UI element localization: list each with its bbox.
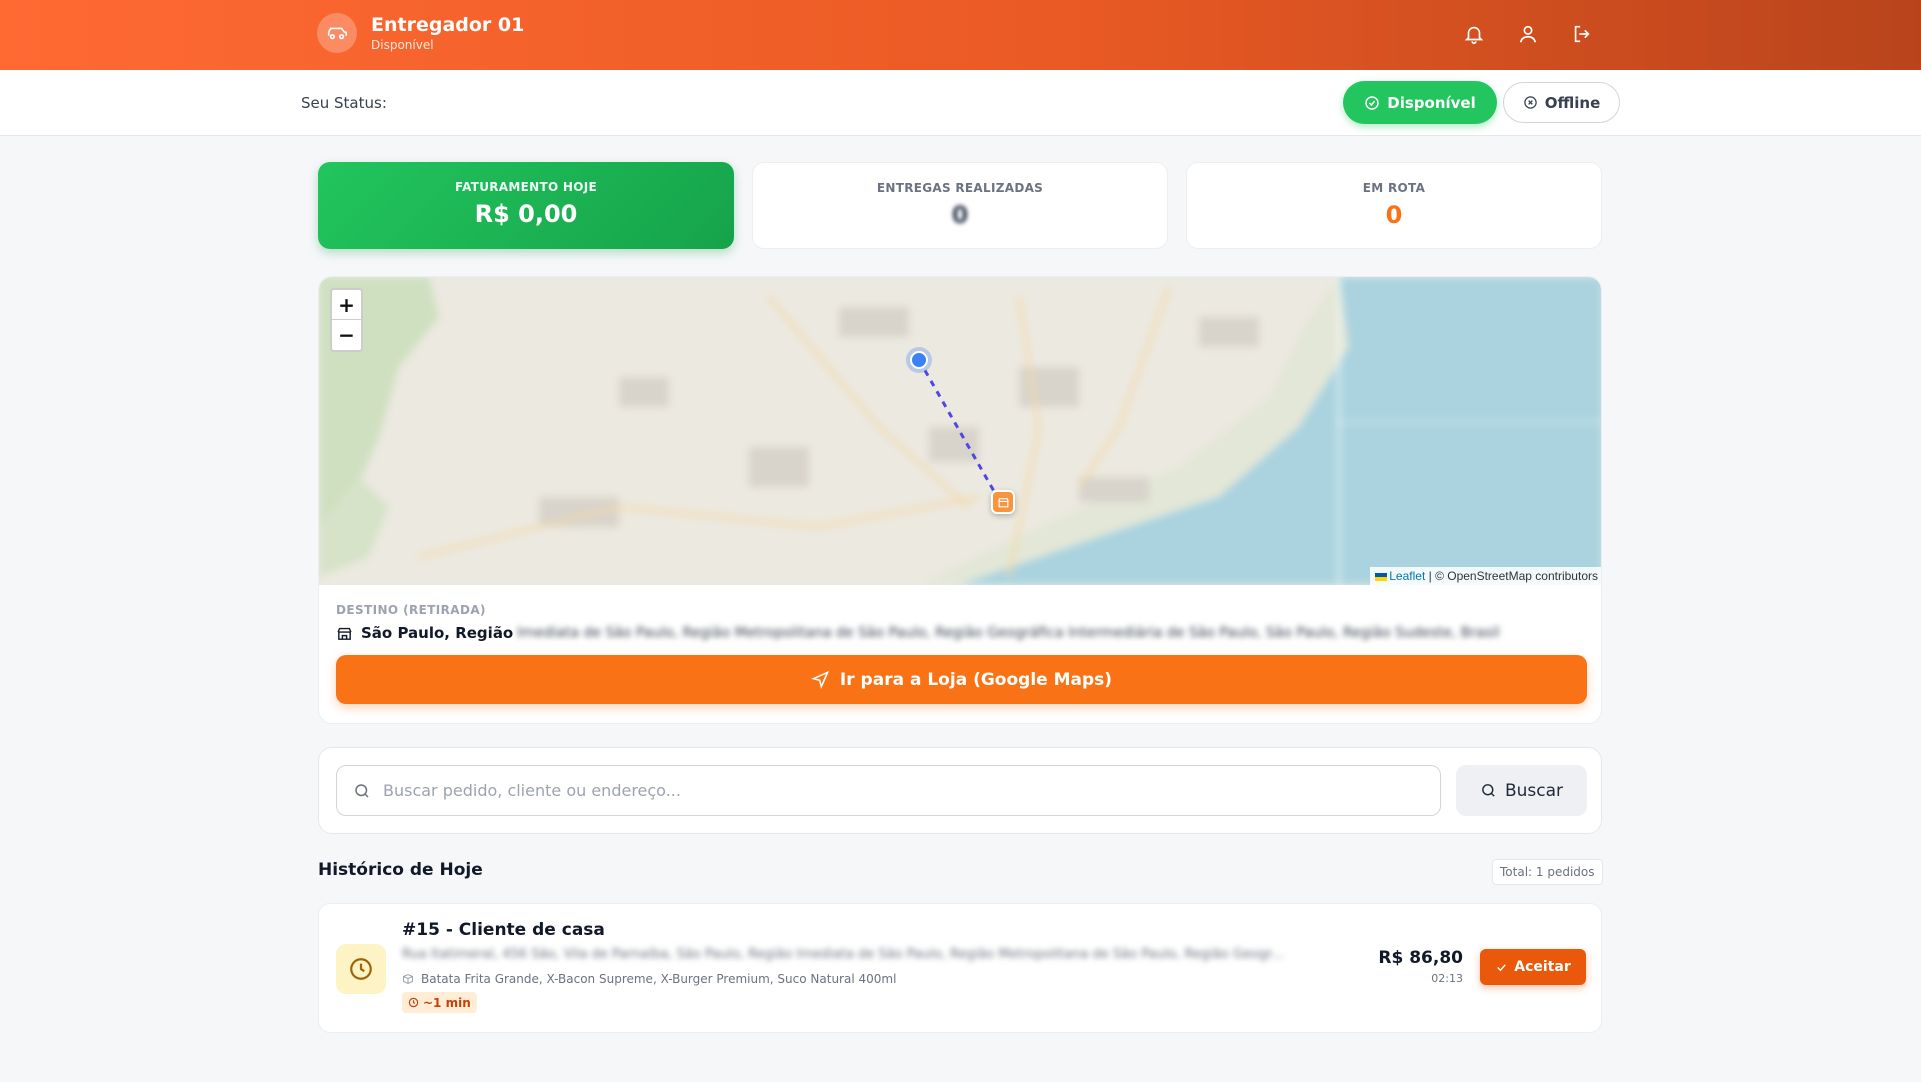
stat-label: FATURAMENTO HOJE <box>454 180 598 194</box>
package-icon <box>403 973 413 985</box>
x-circle-icon <box>1524 96 1537 109</box>
order-items: Batata Frita Grande, X-Bacon Supreme, X-… <box>402 972 896 986</box>
map-attribution: Leaflet | © OpenStreetMap contributors <box>1370 567 1601 585</box>
logout-icon[interactable] <box>1570 22 1594 46</box>
stat-label: ENTREGAS REALIZADAS <box>876 181 1044 195</box>
store-marker[interactable] <box>991 490 1015 514</box>
search-field[interactable] <box>336 765 1441 816</box>
user-icon[interactable] <box>1516 22 1540 46</box>
search-card: Buscar <box>318 747 1602 834</box>
store-icon <box>997 497 1009 507</box>
bell-icon[interactable] <box>1462 22 1486 46</box>
offline-label: Offline <box>1544 93 1601 112</box>
stat-card-revenue: FATURAMENTO HOJE R$ 0,00 <box>318 162 734 249</box>
go-to-store-button[interactable]: Ir para a Loja (Google Maps) <box>336 655 1587 704</box>
destination-label: DESTINO (RETIRADA) <box>336 603 486 617</box>
stat-value: 0 <box>1385 201 1403 229</box>
courier-status: Disponível <box>371 38 434 52</box>
delivery-car-icon <box>317 13 357 53</box>
store-icon <box>337 627 352 640</box>
leaflet-link[interactable]: Leaflet <box>1389 569 1425 583</box>
clock-icon <box>336 944 386 994</box>
brand: Entregador 01 Disponível <box>317 13 524 53</box>
available-button[interactable]: Disponível <box>1343 81 1497 124</box>
zoom-in-button[interactable]: + <box>332 290 361 320</box>
history-title: Histórico de Hoje <box>318 860 483 880</box>
stat-label: EM ROTA <box>1362 181 1426 195</box>
accept-label: Aceitar <box>1514 959 1571 975</box>
status-label: Seu Status: <box>301 94 387 112</box>
search-icon <box>355 783 369 798</box>
ukraine-flag-icon <box>1375 572 1388 581</box>
order-card[interactable]: #15 - Cliente de casa Rua Itatimeral, 45… <box>318 903 1602 1033</box>
order-time: 02:13 <box>1431 972 1463 985</box>
navigation-icon <box>810 670 830 689</box>
map-card: + − Leaflet | © OpenStreetMap contributo… <box>318 276 1602 724</box>
address-visible: São Paulo, Região <box>361 624 514 642</box>
stat-value: 0 <box>951 201 969 229</box>
order-title: #15 - Cliente de casa <box>402 920 605 940</box>
order-price: R$ 86,80 <box>1378 948 1463 968</box>
search-button[interactable]: Buscar <box>1456 765 1587 816</box>
history-total-badge: Total: 1 pedidos <box>1492 859 1603 885</box>
map[interactable]: + − Leaflet | © OpenStreetMap contributo… <box>319 277 1601 585</box>
address-blurred: Imediata de São Paulo, Região Metropolit… <box>517 625 1500 641</box>
accept-order-button[interactable]: Aceitar <box>1480 949 1586 985</box>
available-label: Disponível <box>1387 93 1476 112</box>
order-eta-text: ~1 min <box>423 995 471 1010</box>
stat-card-deliveries: ENTREGAS REALIZADAS 0 <box>752 162 1168 249</box>
check-circle-icon <box>1365 95 1379 110</box>
status-bar: Seu Status: Disponível Offline <box>0 70 1921 136</box>
go-to-store-label: Ir para a Loja (Google Maps) <box>839 669 1113 690</box>
offline-button[interactable]: Offline <box>1503 82 1620 123</box>
order-items-text: Batata Frita Grande, X-Bacon Supreme, X-… <box>421 972 897 986</box>
top-bar: Entregador 01 Disponível <box>0 0 1921 70</box>
search-icon <box>1482 784 1495 797</box>
search-input[interactable] <box>383 781 1383 800</box>
courier-name: Entregador 01 <box>371 14 525 36</box>
zoom-control: + − <box>330 288 363 352</box>
zoom-out-button[interactable]: − <box>332 320 361 350</box>
stat-value: R$ 0,00 <box>474 200 578 228</box>
courier-location-marker[interactable] <box>910 351 928 369</box>
search-button-label: Buscar <box>1504 780 1564 801</box>
timer-icon <box>408 997 419 1008</box>
check-icon <box>1497 963 1507 971</box>
order-eta-badge: ~1 min <box>402 992 477 1013</box>
stat-card-en-route: EM ROTA 0 <box>1186 162 1602 249</box>
order-address: Rua Itatimeral, 456 São, Vila de Parnaíb… <box>402 947 1284 962</box>
osm-attribution: | © OpenStreetMap contributors <box>1425 569 1598 583</box>
route-line <box>917 359 1001 501</box>
destination-address: São Paulo, Região Imediata de São Paulo,… <box>336 624 1500 642</box>
